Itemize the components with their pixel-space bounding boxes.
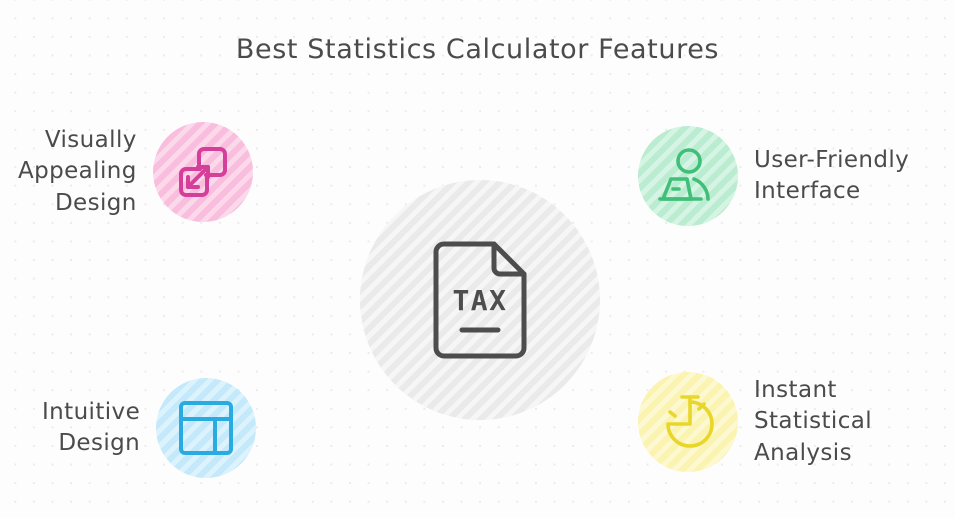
- feature-label-intuitive-design: Intuitive Design: [42, 398, 141, 456]
- stopwatch-icon: [666, 395, 714, 448]
- feature-intuitive-design[interactable]: Intuitive Design: [42, 378, 257, 478]
- feature-badge-instant-statistical-analysis: [638, 372, 738, 472]
- feature-label-user-friendly-interface: User-Friendly Interface: [754, 146, 910, 204]
- person-laptop-icon: [658, 148, 710, 201]
- hub-icon-label: TAX: [452, 284, 507, 317]
- feature-label-instant-statistical-analysis: Instant Statistical Analysis: [754, 377, 873, 466]
- feature-user-friendly-interface[interactable]: User-Friendly Interface: [638, 126, 909, 226]
- infographic-canvas: Best Statistics Calculator Features TAX: [0, 0, 955, 518]
- resize-expand-icon: [178, 147, 227, 197]
- center-hub: TAX: [360, 180, 600, 420]
- feature-badge-visually-appealing-design: [152, 122, 253, 222]
- feature-instant-statistical-analysis[interactable]: Instant Statistical Analysis: [638, 372, 872, 472]
- layout-wireframe-icon: [179, 401, 234, 455]
- feature-badge-intuitive-design: [156, 378, 257, 478]
- feature-label-visually-appealing-design: Visually Appealing Design: [18, 127, 137, 216]
- tax-document-icon: TAX: [433, 241, 527, 359]
- feature-badge-user-friendly-interface: [638, 126, 738, 226]
- feature-visually-appealing-design[interactable]: Visually Appealing Design: [18, 122, 253, 222]
